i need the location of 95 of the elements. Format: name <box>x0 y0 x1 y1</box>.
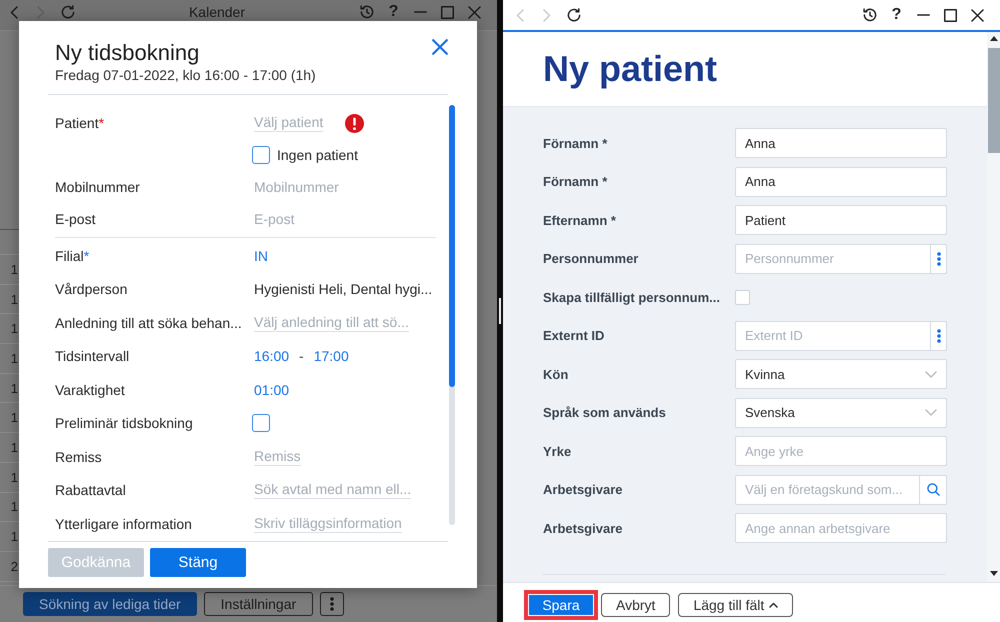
time-label: 1 <box>10 529 18 544</box>
input-field[interactable]: Välj en företagskund som... <box>735 474 919 504</box>
kebab-icon <box>936 328 940 342</box>
alert-icon <box>345 114 364 132</box>
field-label: Anledning till att söka behan... <box>55 314 242 331</box>
field-label: Filial* <box>55 248 90 264</box>
time-label: 1 <box>10 262 18 277</box>
link-value[interactable]: IN <box>254 248 268 264</box>
field-label: Remiss <box>55 448 102 465</box>
input-field[interactable]: Externt ID <box>735 320 930 350</box>
search-icon <box>926 483 940 496</box>
picker-field[interactable]: Remiss <box>254 448 301 466</box>
picker-field[interactable]: Välj patient <box>254 114 324 132</box>
input-field[interactable]: Anna <box>735 128 947 158</box>
field-label: E-post <box>55 211 96 227</box>
input-field[interactable]: Personnummer <box>735 244 930 274</box>
time-value[interactable]: 16:00 <box>254 348 290 364</box>
input-field[interactable]: Ange annan arbetsgivare <box>735 513 947 543</box>
dropdown-button[interactable]: Lägg till fält <box>678 592 794 616</box>
splitter-handle[interactable] <box>499 298 501 324</box>
kebab-icon <box>936 252 940 266</box>
select-field[interactable]: Svenska <box>735 398 947 428</box>
field-label: Efternamn * <box>543 212 616 228</box>
field-label: Patient* <box>55 115 104 131</box>
picker-field[interactable]: Välj anledning till att sö... <box>254 314 409 332</box>
time-label: 1 <box>10 499 18 514</box>
time-value[interactable]: 17:00 <box>314 348 349 364</box>
field-label: Arbetsgivare <box>543 482 622 497</box>
field-label: Språk som används <box>543 405 666 420</box>
field-label: Externt ID <box>543 328 604 343</box>
history-icon[interactable] <box>862 8 876 22</box>
field-label: Varaktighet <box>55 382 125 398</box>
checkbox-label: Ingen patient <box>277 147 358 163</box>
field-label: Förnamn * <box>543 136 608 150</box>
dialog-subtitle: Fredag 07-01-2022, klo 16:00 - 17:00 (1h) <box>55 67 316 83</box>
field-label: Tidsintervall <box>55 348 130 364</box>
time-label: 1 <box>10 292 18 307</box>
time-label: 1 <box>10 321 18 336</box>
window-title: Kalender <box>188 4 246 20</box>
time-label: 2 <box>10 558 18 574</box>
time-label: 1 <box>10 350 18 366</box>
kebab-icon <box>330 597 334 611</box>
picker-field[interactable]: Sök avtal med namn ell... <box>254 481 412 500</box>
scrollbar-thumb[interactable] <box>988 48 1000 153</box>
field-label: Kön <box>543 366 568 382</box>
field-label: Vårdperson <box>55 281 128 298</box>
input-field[interactable]: E-post <box>254 211 294 227</box>
primary-button[interactable]: Sökning av lediga tider <box>23 592 197 616</box>
primary-button[interactable]: Spara <box>529 594 593 614</box>
caret-up-icon <box>769 602 778 608</box>
chevron-down-icon <box>925 409 937 416</box>
secondary-button[interactable]: Inställningar <box>204 592 314 616</box>
dialog-title: Ny tidsbokning <box>55 40 200 65</box>
link-value[interactable]: 01:00 <box>254 382 290 398</box>
field-label: Skapa tillfälligt personnum... <box>543 290 720 304</box>
field-label: Personnummer <box>543 251 638 266</box>
help-button[interactable]: ? <box>892 7 902 23</box>
scroll-up-icon[interactable] <box>990 36 998 41</box>
search-button[interactable] <box>919 474 947 504</box>
kebab-button[interactable] <box>930 320 947 350</box>
time-label: 1 <box>10 380 18 396</box>
input-field[interactable]: Ange yrke <box>735 436 947 466</box>
scrollbar-thumb[interactable] <box>449 105 455 387</box>
field-label: Arbetsgivare <box>543 520 622 536</box>
checkbox[interactable] <box>252 414 270 432</box>
value-text: Hygienisti Heli, Dental hygi... <box>254 281 432 298</box>
picker-field[interactable]: Skriv tilläggsinformation <box>254 514 402 533</box>
refresh-icon[interactable] <box>566 8 580 22</box>
input-field[interactable]: Anna <box>735 166 947 196</box>
field-label: Förnamn * <box>543 174 608 189</box>
chevron-down-icon <box>925 370 937 378</box>
checkbox[interactable] <box>252 146 270 164</box>
field-label: Ytterligare information <box>55 516 192 532</box>
maximize-icon[interactable] <box>944 8 957 22</box>
field-label: Preliminär tidsbokning <box>55 415 193 432</box>
more-button[interactable] <box>320 592 344 616</box>
input-field[interactable]: Mobilnummer <box>254 179 339 195</box>
input-field[interactable]: Patient <box>735 205 947 235</box>
help-button[interactable]: ? <box>388 4 398 20</box>
kebab-button[interactable] <box>930 244 947 274</box>
page-title: Ny patient <box>543 48 718 89</box>
field-label: Yrke <box>543 444 572 458</box>
field-label: Mobilnummer <box>55 179 140 195</box>
time-separator: - <box>299 348 304 364</box>
minimize-icon[interactable] <box>917 14 930 16</box>
time-label: 1 <box>10 410 18 426</box>
chevron-left-icon[interactable] <box>10 6 18 18</box>
dialog-button[interactable]: Stäng <box>150 548 246 577</box>
field-label: Rabattavtal <box>55 482 126 498</box>
close-icon[interactable] <box>971 8 984 22</box>
time-label: 1 <box>10 440 18 455</box>
time-label: 1 <box>10 470 18 485</box>
scroll-down-icon[interactable] <box>990 571 998 576</box>
secondary-button[interactable]: Avbryt <box>601 592 670 616</box>
select-field[interactable]: Kvinna <box>735 359 947 389</box>
